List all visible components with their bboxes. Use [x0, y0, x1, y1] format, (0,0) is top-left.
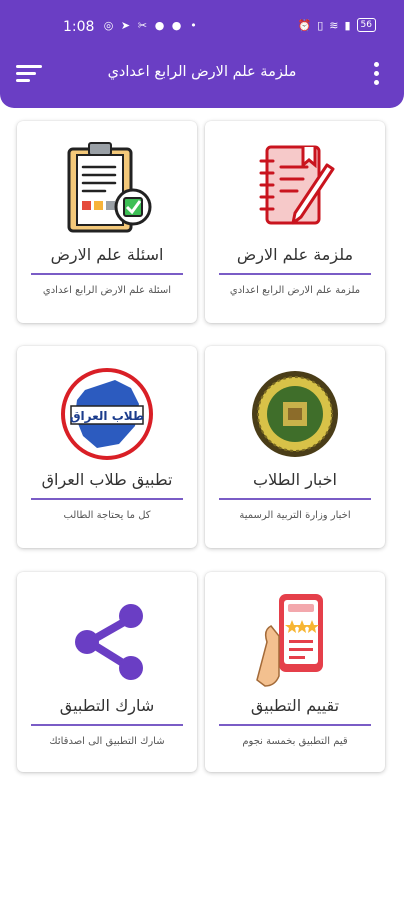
- telegram-icon: ➤: [120, 19, 131, 32]
- whatsapp-icon: ◎: [103, 19, 114, 32]
- divider: [31, 724, 183, 726]
- status-time: 1:08: [63, 19, 95, 35]
- card-subtitle: قيم التطبيق بخمسة نجوم: [242, 736, 348, 747]
- card-subtitle: اسئلة علم الارض الرابع اعدادي: [42, 285, 172, 296]
- card-subtitle: ملزمة علم الارض الرابع اعدادي: [229, 285, 361, 296]
- divider: [219, 724, 371, 726]
- alarm-icon: ⏰: [297, 18, 312, 32]
- status-bar: 1:08 ◎ ➤ ✂ ● ● • ⏰ ▯ ≋ ▮ 56: [0, 0, 404, 56]
- wifi-icon: ≋: [329, 18, 339, 32]
- card-title: تقييم التطبيق: [250, 696, 340, 715]
- notification-icons: ◎ ➤ ✂ ● ● •: [103, 20, 199, 31]
- more-options-button[interactable]: [372, 62, 380, 88]
- card-iraq-students-app[interactable]: طلاب العراق تطبيق طلاب العراق كل ما يحتا…: [17, 346, 197, 548]
- card-title: ملزمة علم الارض: [236, 245, 354, 264]
- card-title: تطبيق طلاب العراق: [41, 470, 173, 489]
- checklist-clipboard-icon: [57, 139, 157, 239]
- divider: [219, 273, 371, 275]
- card-earth-science-notes[interactable]: ملزمة علم الارض ملزمة علم الارض الرابع ا…: [205, 121, 385, 323]
- dot-icon: •: [190, 19, 197, 32]
- menu-button[interactable]: [16, 65, 44, 87]
- ministry-emblem-icon: [245, 364, 345, 464]
- app-bar: 1:08 ◎ ➤ ✂ ● ● • ⏰ ▯ ≋ ▮ 56 ملزمة علم ال…: [0, 0, 404, 108]
- vibrate-icon: ▯: [317, 18, 324, 32]
- card-student-news[interactable]: اخبار الطلاب اخبار وزارة التربية الرسمية: [205, 346, 385, 548]
- notebook-pencil-icon: [245, 139, 345, 239]
- card-subtitle: كل ما يحتاجة الطالب: [63, 510, 151, 521]
- emblem-text: طلاب العراق: [70, 409, 144, 423]
- card-rate-app[interactable]: تقييم التطبيق قيم التطبيق بخمسة نجوم: [205, 572, 385, 772]
- facebook-icon: ●: [171, 19, 182, 32]
- card-subtitle: اخبار وزارة التربية الرسمية: [239, 510, 351, 521]
- messenger-icon: ●: [154, 19, 165, 32]
- card-title: شارك التطبيق: [59, 696, 155, 715]
- tools-icon: ✂: [137, 19, 148, 32]
- battery-icon: 56: [356, 18, 376, 32]
- divider: [31, 273, 183, 275]
- rate-phone-icon: [245, 590, 345, 690]
- card-earth-science-questions[interactable]: اسئلة علم الارض اسئلة علم الارض الرابع ا…: [17, 121, 197, 323]
- status-right: ⏰ ▯ ≋ ▮ 56: [297, 18, 376, 32]
- card-title: اسئلة علم الارض: [50, 245, 164, 264]
- divider: [31, 498, 183, 500]
- page-title: ملزمة علم الارض الرابع اعدادي: [107, 64, 297, 80]
- divider: [219, 498, 371, 500]
- signal-icon: ▮: [344, 18, 351, 32]
- card-subtitle: شارك التطبيق الى اصدقائك: [49, 736, 165, 747]
- share-icon: [57, 590, 157, 690]
- card-title: اخبار الطلاب: [253, 470, 337, 489]
- iraq-map-icon: طلاب العراق: [57, 364, 157, 464]
- card-share-app[interactable]: شارك التطبيق شارك التطبيق الى اصدقائك: [17, 572, 197, 772]
